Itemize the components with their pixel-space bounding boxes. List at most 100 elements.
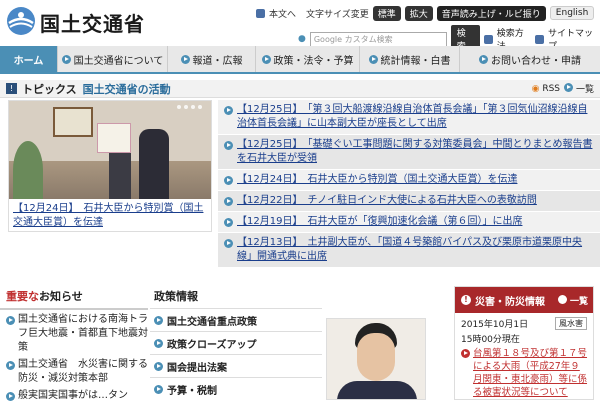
policy-item[interactable]: 政策クローズアップ — [150, 331, 322, 354]
arrow-icon — [479, 54, 488, 64]
news-link[interactable]: 【12月25日】 「基礎ぐい工事問題に関する対策委員会」中間とりまとめ報告書を石… — [237, 138, 596, 166]
news-link[interactable]: 【12月22日】 チノイ駐日インド大使による石井大臣への表敬訪問 — [237, 194, 537, 208]
notice-link[interactable]: 国土交通省における南海トラフ巨大地震・首都直下地震対策 — [18, 313, 148, 355]
list-all-label: 一覧 — [575, 85, 594, 95]
font-large-button[interactable]: 拡大 — [404, 5, 433, 21]
english-button[interactable]: English — [549, 6, 595, 20]
important-heading-red: 重要な — [6, 290, 39, 303]
rss-label: RSS — [542, 83, 560, 94]
news-link[interactable]: 【12月24日】 石井大臣から特別賞（国土交通大臣賞）を伝達 — [237, 173, 517, 187]
disaster-list-all-link[interactable]: 一覧 — [557, 294, 588, 307]
nav-contact[interactable]: お問い合わせ・申請 — [460, 46, 600, 72]
search-icon: ● — [298, 34, 306, 44]
nav-home[interactable]: ホーム — [0, 46, 58, 72]
important-notices: 重要なお知らせ 国土交通省における南海トラフ巨大地震・首都直下地震対策 国土交通… — [0, 282, 148, 403]
policy-item[interactable]: 予算・税制 — [150, 377, 322, 400]
topics-news-list: 【12月25日】 「第３回大船渡線沿線自治体首長会議」「第３回気仙沼線沿線自治体… — [218, 100, 600, 268]
search-input[interactable]: Google カスタム検索 — [309, 31, 447, 47]
list-item[interactable]: 台風第１８号及び第１７号による大雨（平成27年９月関東・東北豪雨）等に係る被害状… — [455, 347, 593, 399]
arrow-icon — [224, 141, 233, 150]
arrow-icon — [6, 316, 15, 325]
nav-policy-label: 政策・法令・予算 — [273, 55, 354, 67]
arrow-icon — [261, 54, 271, 64]
voice-ruby-button[interactable]: 音声読み上げ・ルビ振り — [436, 5, 546, 21]
minister-portrait[interactable] — [326, 318, 426, 400]
nav-policy[interactable]: 政策・法令・予算 — [256, 46, 360, 72]
rss-icon: ◉ — [531, 83, 540, 94]
list-item[interactable]: 【12月25日】 「基礎ぐい工事問題に関する対策委員会」中間とりまとめ報告書を石… — [218, 135, 600, 170]
arrow-icon — [6, 361, 15, 370]
disaster-heading: ! 災害・防災情報 一覧 — [455, 287, 593, 313]
global-nav: ホーム 国土交通省について 報道・広報 政策・法令・予算 統計情報・白書 お問い… — [0, 46, 600, 74]
list-item[interactable]: 【12月24日】 石井大臣から特別賞（国土交通大臣賞）を伝達 — [218, 170, 600, 191]
site-name[interactable]: 国土交通省 — [40, 8, 145, 37]
nav-press[interactable]: 報道・広報 — [168, 46, 256, 72]
arrow-icon — [564, 83, 574, 92]
news-link[interactable]: 【12月19日】 石井大臣が「復興加速化会議（第６回）」に出席 — [237, 215, 522, 229]
arrow-icon — [180, 54, 190, 64]
feature-photo[interactable] — [9, 101, 211, 199]
topics-subtitle: 国土交通省の活動 — [82, 82, 171, 96]
topics-list-all-link[interactable]: 一覧 — [564, 82, 594, 95]
topics-label: トピックス — [22, 82, 77, 96]
news-link[interactable]: 【12月13日】 土井副大臣が、「国道４号築館バイパス及び栗原市道栗原中央線」開… — [237, 236, 596, 264]
list-item[interactable]: 国土交通省における南海トラフ巨大地震・首都直下地震対策 — [6, 313, 148, 355]
list-item[interactable]: 【12月13日】 土井副大臣が、「国道４号築館バイパス及び栗原市道栗原中央線」開… — [218, 233, 600, 268]
alert-icon: ! — [461, 295, 471, 305]
rss-link[interactable]: ◉ RSS — [532, 84, 560, 94]
disaster-tag: 風水害 — [555, 317, 587, 330]
disaster-all-label: 一覧 — [569, 296, 588, 307]
utility-bar: 本文へ 文字サイズ変更 標準 拡大 音声読み上げ・ルビ振り English — [256, 5, 595, 21]
nav-home-label: ホーム — [13, 55, 44, 67]
policy-link[interactable]: 政策クローズアップ — [167, 336, 257, 351]
arrow-icon — [461, 349, 470, 358]
arrow-icon — [154, 315, 163, 325]
list-item[interactable]: 【12月19日】 石井大臣が「復興加速化会議（第６回）」に出席 — [218, 212, 600, 233]
list-item[interactable]: 国土交通省 水災害に関する防災・減災対策本部 — [6, 358, 148, 386]
policy-item[interactable]: 国土交通省重点政策 — [150, 308, 322, 331]
disaster-date: 2015年10月1日 — [461, 320, 529, 330]
topics-icon: ! — [6, 83, 17, 94]
arrow-icon — [224, 106, 233, 115]
disaster-info-panel: ! 災害・防災情報 一覧 2015年10月1日 風水害 15時00分現在 台風第… — [454, 286, 594, 400]
arrow-icon — [224, 218, 233, 227]
nav-about[interactable]: 国土交通省について — [58, 46, 168, 72]
nav-contact-label: お問い合わせ・申請 — [491, 55, 581, 67]
arrow-icon — [224, 176, 233, 185]
policy-link[interactable]: 国会提出法案 — [167, 359, 227, 374]
arrow-icon — [154, 384, 163, 394]
nav-press-label: 報道・広報 — [192, 55, 243, 67]
feature-topic-card[interactable]: 【12月24日】 石井大臣から特別賞（国土交通大臣賞）を伝達 — [8, 100, 212, 232]
feature-caption-link[interactable]: 【12月24日】 石井大臣から特別賞（国土交通大臣賞）を伝達 — [9, 199, 211, 233]
topics-header: ! トピックス 国土交通省の活動 ◉ RSS 一覧 — [0, 80, 600, 98]
arrow-icon — [61, 54, 71, 64]
nav-statistics[interactable]: 統計情報・白書 — [360, 46, 460, 72]
disaster-link[interactable]: 台風第１８号及び第１７号による大雨（平成27年９月関東・東北豪雨）等に係る被害状… — [473, 347, 589, 399]
notice-link[interactable]: 国土交通省 水災害に関する防災・減災対策本部 — [18, 358, 148, 386]
news-link[interactable]: 【12月25日】 「第３回大船渡線沿線自治体首長会議」「第３回気仙沼線沿線自治体… — [237, 103, 596, 131]
font-standard-button[interactable]: 標準 — [372, 5, 401, 21]
disaster-date-row: 2015年10月1日 風水害 — [455, 313, 593, 330]
policy-heading: 政策情報 — [154, 290, 198, 303]
arrow-icon — [224, 239, 233, 248]
disaster-time: 15時00分現在 — [461, 335, 520, 345]
arrow-icon — [368, 54, 378, 64]
disaster-heading-label: 災害・防災情報 — [475, 296, 545, 308]
mlit-logo-icon[interactable] — [6, 6, 36, 36]
notice-link[interactable]: 般実国実国事がは…タン — [18, 389, 128, 403]
arrow-icon — [224, 197, 233, 206]
nav-about-label: 国土交通省について — [73, 55, 164, 67]
list-item[interactable]: 【12月25日】 「第３回大船渡線沿線自治体首長会議」「第３回気仙沼線沿線自治体… — [218, 100, 600, 135]
font-size-label: 文字サイズ変更 — [306, 9, 369, 20]
sitemap-icon — [535, 34, 545, 44]
list-item[interactable]: 般実国実国事がは…タン — [6, 389, 148, 403]
policy-link[interactable]: 予算・税制 — [167, 382, 217, 397]
site-header: 国土交通省 本文へ 文字サイズ変更 標準 拡大 音声読み上げ・ルビ振り Engl… — [0, 0, 600, 53]
list-item[interactable]: 【12月22日】 チノイ駐日インド大使による石井大臣への表敬訪問 — [218, 191, 600, 212]
skip-icon — [256, 8, 265, 18]
important-heading-rest: お知らせ — [39, 290, 83, 303]
carousel-dots[interactable] — [177, 105, 202, 109]
policy-link[interactable]: 国土交通省重点政策 — [167, 313, 257, 328]
policy-item[interactable]: 国会提出法案 — [150, 354, 322, 377]
skip-to-main-link[interactable]: 本文へ — [269, 7, 296, 20]
